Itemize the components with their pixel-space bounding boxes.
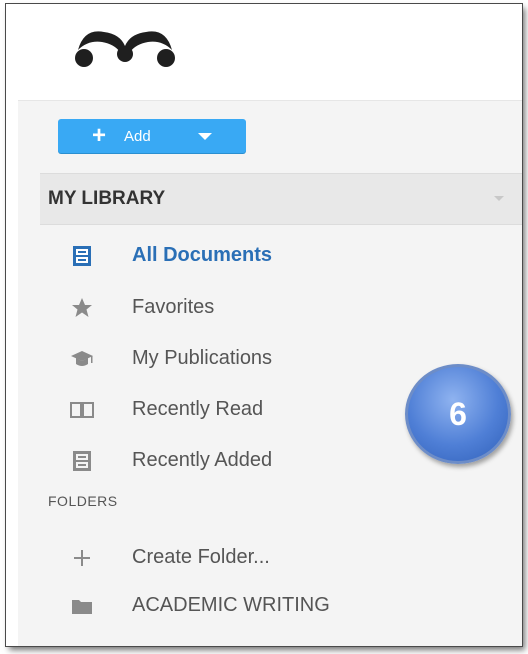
sidebar-item-label: Create Folder...	[132, 546, 270, 568]
sidebar-item-label: All Documents	[132, 244, 273, 266]
app-window: + Add MY LIBRARY All Documents Favorites…	[6, 4, 522, 646]
sidebar-item-label: Favorites	[132, 296, 215, 318]
folder-icon	[72, 600, 92, 614]
step-number-badge: 6	[405, 364, 511, 464]
document-icon	[73, 246, 91, 266]
collapse-caret-icon[interactable]	[494, 196, 504, 201]
sidebar-item-label: My Publications	[132, 347, 273, 369]
sidebar-item-academic-writing[interactable]: ACADEMIC WRITING	[40, 583, 522, 627]
plus-icon	[74, 550, 90, 566]
open-book-icon	[70, 402, 94, 418]
create-folder-button[interactable]: Create Folder...	[40, 535, 522, 579]
graduation-cap-icon	[71, 351, 93, 366]
chevron-down-icon[interactable]	[198, 133, 212, 140]
my-library-header[interactable]: MY LIBRARY	[40, 173, 522, 225]
mendeley-logo	[75, 31, 175, 67]
document-icon	[73, 451, 91, 471]
star-icon	[72, 298, 92, 317]
header	[18, 4, 522, 100]
sidebar-item-all-documents[interactable]: All Documents	[40, 233, 522, 277]
plus-icon: +	[92, 122, 107, 149]
add-button[interactable]: + Add	[58, 119, 246, 153]
section-title: MY LIBRARY	[48, 188, 166, 209]
sidebar-item-label: Recently Read	[132, 398, 264, 420]
sidebar-item-favorites[interactable]: Favorites	[40, 285, 522, 329]
add-label: Add	[124, 128, 151, 145]
sidebar-item-label: Recently Added	[132, 449, 273, 471]
sidebar-item-label: ACADEMIC WRITING	[132, 594, 330, 616]
folders-header: FOLDERS	[48, 493, 118, 509]
